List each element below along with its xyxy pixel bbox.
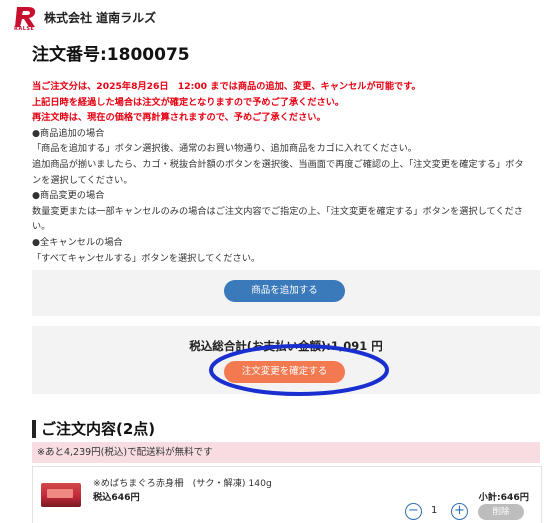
total-amount: 税込総合計(お支払い金額):1,091 円 (189, 339, 383, 353)
free-shipping-text: ※あと4,239円(税込)で配送料が無料です (37, 447, 213, 458)
product-price: 税込646円 (93, 492, 140, 503)
add-product-panel: 商品を追加する (32, 270, 540, 316)
order-notice: 当ご注文分は、2025年8月26日 12:00 までは商品の追加、変更、キャンセ… (32, 79, 532, 266)
quantity-value: 1 (431, 505, 438, 516)
notice-line: 「すべてキャンセルする」ボタンを選択してください。 (32, 252, 261, 264)
notice-confirm-warning: 上記日時を経過した場合は注文が確定となりますので予めご了承ください。 (32, 96, 345, 108)
notice-line: 「商品を追加する」ボタン選択後、通常のお買い物通り、追加商品をカゴに入れてくださ… (32, 143, 417, 155)
delete-item-button[interactable]: 削除 (478, 504, 524, 520)
order-number-title: 注文番号:1800075 (32, 45, 190, 65)
add-product-button[interactable]: 商品を追加する (224, 280, 345, 302)
notice-line: ●商品追加の場合 (32, 127, 105, 139)
product-thumbnail[interactable] (41, 483, 81, 507)
order-total-panel: 税込総合計(お支払い金額):1,091 円 注文変更を確定する (32, 326, 540, 394)
product-name[interactable]: ※めばちまぐろ赤身柵 (サク・解凍) 140g (93, 475, 272, 489)
order-item-row: ※めばちまぐろ赤身柵 (サク・解凍) 140g 税込646円 小計:646円 −… (32, 466, 542, 523)
notice-deadline: 当ご注文分は、2025年8月26日 12:00 までは商品の追加、変更、キャンセ… (32, 81, 421, 92)
notice-line: 数量変更または一部キャンセルのみの場合はご注文内容でご指定の上、「注文変更を確定… (32, 205, 523, 233)
notice-line: 追加商品が揃いましたら、カゴ・税抜合計額のボタンを選択後、当画面で再度ご確認の上… (32, 158, 524, 186)
confirm-change-button[interactable]: 注文変更を確定する (224, 361, 345, 383)
header: RALSE 株式会社 道南ラルズ (0, 0, 544, 32)
decrease-quantity-button[interactable]: − (405, 503, 422, 520)
free-shipping-notice: ※あと4,239円(税込)で配送料が無料です (32, 442, 540, 463)
order-contents-title: ご注文内容(2点) (32, 420, 155, 438)
notice-line: ●全キャンセルの場合 (32, 236, 123, 248)
notice-line: ●商品変更の場合 (32, 190, 105, 202)
company-name: 株式会社 道南ラルズ (44, 11, 157, 25)
product-subtotal: 小計:646円 (478, 492, 529, 503)
logo-subtext: RALSE (14, 26, 35, 32)
increase-quantity-button[interactable]: + (451, 503, 468, 520)
notice-reorder-warning: 再注文時は、現在の価格で再計算されますので、予めご了承ください。 (32, 112, 326, 124)
